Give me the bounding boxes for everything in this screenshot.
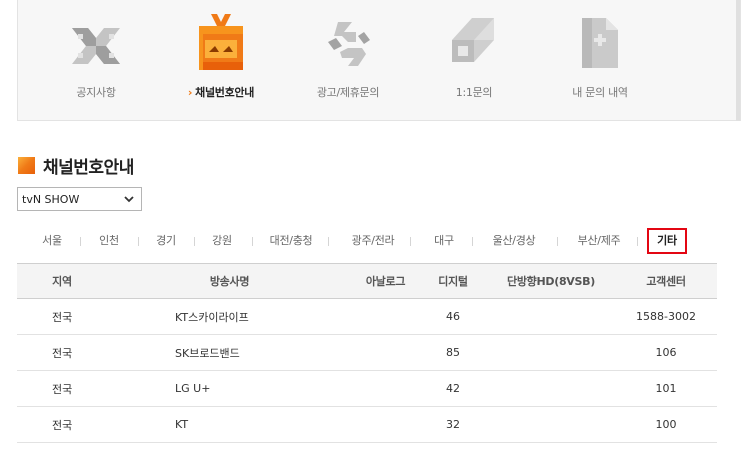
nav-label-inquiry: 1:1문의: [455, 86, 493, 99]
nav-item-notice[interactable]: 공지사항: [31, 0, 161, 121]
channel-select[interactable]: tvN SHOW: [17, 187, 142, 211]
tab-separator: [410, 237, 411, 246]
cell-digital: 42: [419, 370, 487, 407]
cell-hd: [487, 298, 615, 335]
table-header-row: 지역 방송사명 아날로그 디지털 단방향HD(8VSB) 고객센터: [17, 263, 717, 299]
cell-region: 전국: [17, 334, 107, 371]
page-title: 채널번호안내: [43, 158, 134, 178]
cell-region: 전국: [17, 298, 107, 335]
table-row: 전국 SK브로드밴드 85 106: [17, 334, 717, 371]
table-row: 전국 KT스카이라이프 46 1588-3002: [17, 298, 717, 335]
tab-daejeon-chungcheong[interactable]: 대전/충청: [261, 228, 321, 254]
cell-digital: 46: [419, 298, 487, 335]
cell-region: 전국: [17, 406, 107, 443]
cell-broadcaster: SK브로드밴드: [107, 334, 352, 371]
inquiry-icon: [452, 18, 494, 62]
tab-busan-jeju[interactable]: 부산/제주: [569, 228, 629, 254]
cell-broadcaster: KT스카이라이프: [107, 298, 352, 335]
tab-separator: [194, 237, 195, 246]
cell-analog: [352, 298, 419, 335]
tab-ulsan-gyeongsang[interactable]: 울산/경상: [484, 228, 544, 254]
tab-etc[interactable]: 기타: [647, 228, 687, 254]
cell-hd: [487, 406, 615, 443]
cell-hd: [487, 334, 615, 371]
cell-analog: [352, 370, 419, 407]
tab-separator: [637, 237, 638, 246]
header-customer-center: 고객센터: [615, 263, 717, 299]
title-mark-icon: [18, 157, 35, 174]
nav-label-ad: 광고/제휴문의: [316, 86, 380, 99]
tab-separator: [472, 237, 473, 246]
nav-item-history[interactable]: 내 문의 내역: [535, 0, 665, 121]
cell-digital: 32: [419, 406, 487, 443]
tv-icon: [199, 14, 243, 70]
tab-seoul[interactable]: 서울: [33, 228, 71, 254]
cell-customer-center: 101: [615, 370, 717, 407]
cell-analog: [352, 406, 419, 443]
tab-separator: [138, 237, 139, 246]
tab-gwangju-jeolla[interactable]: 광주/전라: [343, 228, 403, 254]
cell-customer-center: 106: [615, 334, 717, 371]
top-nav: 공지사항 › 채널번호안내 광고/제휴문의 1:1문의 내 문의 내역: [17, 0, 741, 121]
chevron-down-icon: [124, 196, 134, 203]
ad-icon: [328, 22, 370, 66]
cell-customer-center: 1588-3002: [615, 298, 717, 335]
tab-separator: [557, 237, 558, 246]
cell-digital: 85: [419, 334, 487, 371]
table-row: 전국 KT 32 100: [17, 406, 717, 443]
nav-label-notice: 공지사항: [76, 86, 116, 99]
header-digital: 디지털: [419, 263, 487, 299]
cell-customer-center: 100: [615, 406, 717, 443]
tab-incheon[interactable]: 인천: [89, 228, 129, 254]
active-marker: ›: [187, 86, 193, 99]
tab-separator: [80, 237, 81, 246]
cell-hd: [487, 370, 615, 407]
region-tabs: 서울 인천 경기 강원 대전/충청 광주/전라 대구 울산/경상 부산/제주 기…: [17, 228, 741, 254]
cell-analog: [352, 334, 419, 371]
nav-label-channel-text: 채널번호안내: [195, 86, 255, 99]
tab-separator: [252, 237, 253, 246]
notice-icon: [72, 28, 120, 64]
channel-select-value: tvN SHOW: [22, 192, 80, 206]
nav-label-channel: › 채널번호안내: [156, 84, 286, 100]
nav-item-channel[interactable]: › 채널번호안내: [156, 0, 286, 121]
header-hd: 단방향HD(8VSB): [487, 263, 615, 299]
tab-separator: [328, 237, 329, 246]
history-icon: [582, 18, 618, 68]
cell-region: 전국: [17, 370, 107, 407]
nav-right-edge: [736, 0, 740, 121]
cell-broadcaster: LG U+: [107, 370, 352, 407]
section-title: 채널번호안내: [18, 153, 134, 178]
header-region: 지역: [17, 263, 107, 299]
tab-gangwon[interactable]: 강원: [202, 228, 242, 254]
nav-item-ad[interactable]: 광고/제휴문의: [283, 0, 413, 121]
header-broadcaster: 방송사명: [107, 263, 352, 299]
header-analog: 아날로그: [352, 263, 419, 299]
tab-daegu[interactable]: 대구: [424, 228, 464, 254]
channel-table: 지역 방송사명 아날로그 디지털 단방향HD(8VSB) 고객센터 전국 KT스…: [17, 263, 717, 443]
tab-gyeonggi[interactable]: 경기: [146, 228, 186, 254]
table-row: 전국 LG U+ 42 101: [17, 370, 717, 407]
cell-broadcaster: KT: [107, 406, 352, 443]
nav-label-history: 내 문의 내역: [572, 86, 628, 99]
nav-item-inquiry[interactable]: 1:1문의: [409, 0, 539, 121]
